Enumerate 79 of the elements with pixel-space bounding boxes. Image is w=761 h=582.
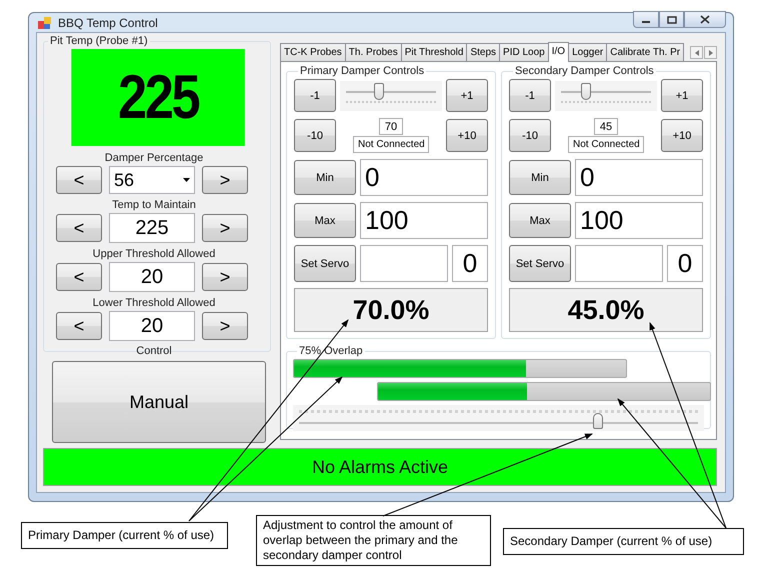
group-title: Secondary Damper Controls [514,65,655,77]
slider-thumb[interactable] [593,413,604,429]
slider-thumb[interactable] [374,82,384,100]
decrease-button[interactable]: < [56,166,102,194]
decrement-button[interactable]: -1 [509,79,551,112]
manual-button[interactable]: Manual [52,361,266,443]
close-button[interactable] [684,11,726,28]
callout: Secondary Damper (current % of use) [503,528,744,555]
caret-icon [183,178,190,182]
servo-value-field[interactable]: 0 [667,245,703,282]
max-button[interactable]: Max [509,203,571,238]
increase-button[interactable]: > [202,312,248,340]
max-button[interactable]: Max [294,203,356,238]
value-field[interactable]: 20 [109,311,195,341]
minimize-button[interactable] [633,11,659,28]
increase-button[interactable]: > [202,214,248,242]
set-servo-button[interactable]: Set Servo [294,245,356,282]
status-bar: No Alarms Active [43,448,717,486]
status-field[interactable]: Not Connected [353,136,429,153]
servo-field[interactable] [575,245,663,282]
slider-thumb[interactable] [581,82,592,100]
percent-display: 70.0% [294,288,488,332]
setpoint-label: Damper Percentage [104,152,204,164]
decrement-button[interactable]: -10 [294,119,336,152]
value-field[interactable]: 20 [109,262,195,292]
tab[interactable]: Logger [568,43,608,61]
servo-field[interactable] [360,245,448,282]
setpoint-label: Upper Threshold Allowed [92,248,216,260]
increment-button[interactable]: +1 [661,79,703,112]
min-field[interactable]: 0 [360,159,488,196]
maximize-button[interactable] [659,11,684,28]
percent-display: 45.0% [509,288,703,332]
tab[interactable]: TC-K Probes [280,43,346,61]
increment-button[interactable]: +10 [661,119,703,152]
setpoint-label: Temp to Maintain [111,199,197,211]
callout: Adjustment to control the amount of overlap between the primary and the secondary damper control [256,515,491,566]
group-title: Primary Damper Controls [299,65,426,77]
tab[interactable]: Steps [466,43,500,61]
slider[interactable] [340,80,442,110]
setpoint-label: Lower Threshold Allowed [92,297,216,309]
close-icon [700,15,710,24]
decrease-button[interactable]: < [56,263,102,291]
min-button[interactable]: Min [509,160,571,195]
value-field[interactable]: 225 [109,213,195,243]
scroll-right-icon[interactable] [704,46,717,59]
min-field[interactable]: 0 [575,159,703,196]
control-label: Control [135,345,173,357]
temperature-display: 225 [71,49,245,146]
increase-button[interactable]: > [202,166,248,194]
set-servo-button[interactable]: Set Servo [509,245,571,282]
value-field[interactable]: 45 [594,118,618,135]
decrement-button[interactable]: -10 [509,119,551,152]
slider[interactable] [293,405,704,431]
maximize-icon [666,16,676,24]
app-icon [38,16,52,30]
callout: Primary Damper (current % of use) [21,522,228,549]
min-button[interactable]: Min [294,160,356,195]
max-field[interactable]: 100 [360,202,488,239]
window-title: BBQ Temp Control [58,16,158,30]
max-field[interactable]: 100 [575,202,703,239]
tab[interactable]: Pit Threshold [400,43,468,61]
scroll-left-icon[interactable] [690,46,703,59]
decrease-button[interactable]: < [56,214,102,242]
value-field[interactable]: 70 [379,118,403,135]
increase-button[interactable]: > [202,263,248,291]
servo-value-field[interactable]: 0 [452,245,488,282]
group-title: Pit Temp (Probe #1) [49,35,149,47]
tab[interactable]: I/O [548,42,570,62]
increment-button[interactable]: +1 [446,79,488,112]
dropdown[interactable]: 56 [109,166,195,194]
tab[interactable]: Th. Probes [344,43,402,61]
increment-button[interactable]: +10 [446,119,488,152]
tab[interactable]: Calibrate Th. Pr [606,43,684,61]
decrease-button[interactable]: < [56,312,102,340]
status-field[interactable]: Not Connected [568,136,644,153]
slider[interactable] [555,80,657,110]
decrement-button[interactable]: -1 [294,79,336,112]
group-title: 75% Overlap [298,345,364,357]
tab[interactable]: PID Loop [499,43,549,61]
